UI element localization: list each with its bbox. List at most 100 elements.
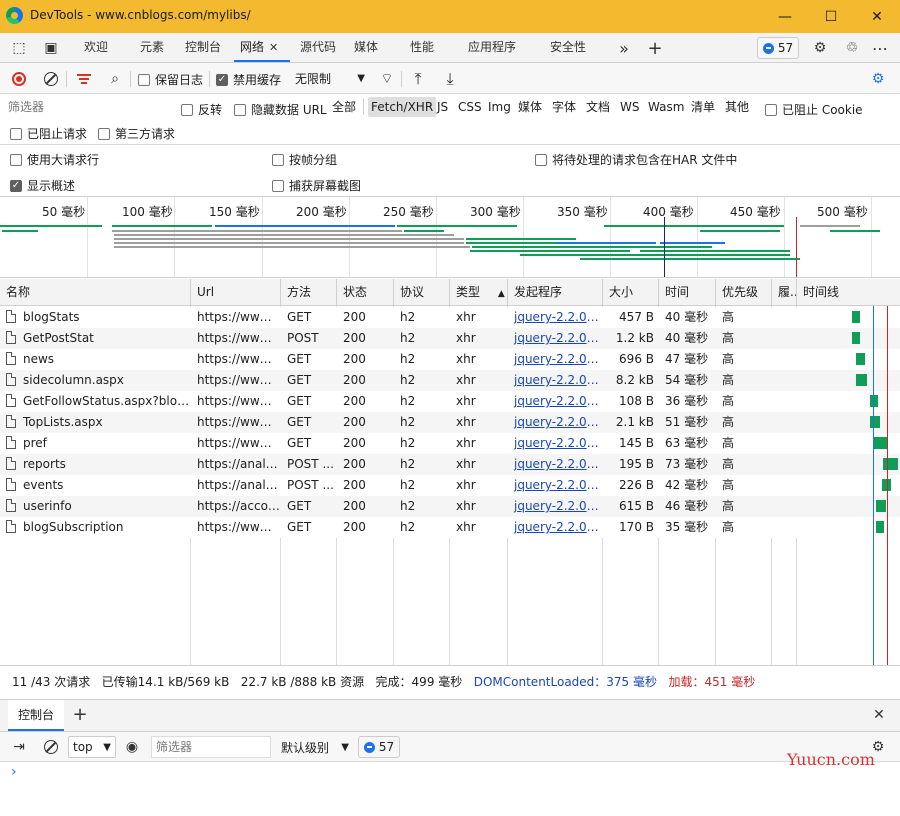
minimize-icon[interactable]: — [762, 0, 808, 33]
console-output[interactable]: › [0, 762, 900, 816]
type-filter-css[interactable]: CSS [455, 97, 485, 117]
cell-initiator[interactable]: jquery-2.2.0.m... [508, 496, 602, 517]
type-filter-all[interactable]: 全部 [329, 97, 359, 117]
type-filter-wasm[interactable]: Wasm [645, 97, 687, 117]
type-filter-manifest[interactable]: 清单 [688, 97, 718, 117]
tab-welcome[interactable]: 欢迎 [76, 33, 116, 62]
close-drawer-icon[interactable]: ✕ [869, 706, 889, 724]
cell-initiator[interactable]: jquery-2.2.0.m... [508, 517, 602, 538]
column-name[interactable]: 名称 [0, 279, 191, 306]
type-filter-js[interactable]: JS [434, 97, 451, 117]
column-initiator[interactable]: 发起程序 [508, 279, 603, 306]
table-row[interactable]: pref https://www.... GET 200 h2 xhr jquery-2.2… [0, 433, 900, 454]
tab-network[interactable]: 网络 ✕ [234, 33, 290, 62]
tab-elements[interactable]: 元素 [132, 33, 172, 62]
network-settings-icon[interactable]: ⚙ [868, 69, 888, 89]
clear-icon[interactable] [41, 69, 61, 89]
export-har-icon[interactable]: ⤓ [440, 69, 460, 89]
record-icon[interactable] [9, 69, 29, 89]
cell-initiator[interactable]: jquery-2.2.0.m... [508, 328, 602, 349]
console-issues-badge[interactable]: 57 [358, 736, 400, 758]
show-overview-box[interactable] [10, 179, 22, 192]
type-filter-img[interactable]: Img [485, 97, 514, 117]
column-priority[interactable]: 优先级 [716, 279, 772, 306]
table-row[interactable]: GetPostStat https://www.... POST 200 h2 xhr jq… [0, 328, 900, 349]
column-waterfall[interactable]: 时间线 [797, 279, 900, 306]
column-method[interactable]: 方法 [281, 279, 337, 306]
filter-icon[interactable] [74, 69, 94, 89]
column-protocol[interactable]: 协议 [394, 279, 450, 306]
cell-initiator[interactable]: jquery-2.2.0.m... [508, 433, 602, 454]
table-row[interactable]: TopLists.aspx https://www.... GET 200 h2 xhr j… [0, 412, 900, 433]
tab-application[interactable]: 应用程序 [462, 33, 522, 62]
live-expression-eye-icon[interactable]: ◉ [122, 737, 142, 757]
cell-initiator[interactable]: jquery-2.2.0.m... [508, 349, 602, 370]
add-drawer-tab-icon[interactable]: + [70, 704, 90, 725]
issues-badge[interactable]: 57 [757, 37, 799, 59]
blocked-cookies-box[interactable] [765, 103, 777, 116]
console-prompt[interactable]: › [11, 764, 17, 780]
column-status[interactable]: 状态 [337, 279, 394, 306]
blocked-requests-checkbox[interactable]: 已阻止请求 [10, 125, 87, 142]
hide-data-urls-checkbox[interactable]: 隐藏数据 URL [234, 101, 327, 118]
console-filter-input[interactable]: 筛选器 [151, 736, 271, 758]
show-overview-checkbox[interactable]: 显示概述 [10, 177, 75, 194]
tab-console[interactable]: 控制台 [180, 33, 226, 62]
har-pending-checkbox[interactable]: 将待处理的请求包含在HAR 文件中 [535, 151, 737, 168]
large-rows-checkbox[interactable]: 使用大请求行 [10, 151, 99, 168]
blocked-cookies-checkbox[interactable]: 已阻止 Cookie [765, 101, 863, 118]
har-pending-box[interactable] [535, 153, 547, 166]
group-by-frame-checkbox[interactable]: 按帧分组 [272, 151, 337, 168]
table-row[interactable]: userinfo https://accou... GET 200 h2 xhr jquer… [0, 496, 900, 517]
tab-security[interactable]: 安全性 [544, 33, 592, 62]
close-tab-icon[interactable]: ✕ [269, 41, 278, 54]
type-filter-ws[interactable]: WS [617, 97, 642, 117]
close-icon[interactable]: ✕ [854, 0, 900, 33]
table-row[interactable]: GetFollowStatus.aspx?blogU... https://www… [0, 391, 900, 412]
type-filter-doc[interactable]: 文档 [583, 97, 613, 117]
group-by-frame-box[interactable] [272, 153, 284, 166]
capture-screenshots-box[interactable] [272, 179, 284, 192]
import-har-icon[interactable]: ⤒ [408, 69, 428, 89]
filter-input[interactable]: 筛选器 [4, 97, 172, 117]
preserve-log-checkbox[interactable]: 保留日志 [138, 71, 203, 88]
column-type[interactable]: 类型 ▲ [450, 279, 508, 306]
table-row[interactable]: events https://analyt... POST ... 200 h2 xhr j… [0, 475, 900, 496]
network-conditions-icon[interactable]: ⌔ [377, 69, 397, 89]
cell-initiator[interactable]: jquery-2.2.0.m... [508, 391, 602, 412]
console-clear-icon[interactable] [41, 737, 61, 757]
table-row[interactable]: news https://www.... GET 200 h2 xhr jquery-2.2… [0, 349, 900, 370]
console-sidebar-icon[interactable]: ⇥ [9, 737, 29, 757]
context-select[interactable]: top ▼ [68, 736, 116, 758]
more-options-icon[interactable]: ⋯ [870, 39, 890, 58]
add-tab-icon[interactable]: + [645, 38, 665, 59]
search-icon[interactable]: ⌕ [105, 69, 125, 89]
capture-screenshots-checkbox[interactable]: 捕获屏幕截图 [272, 177, 361, 194]
tab-sources[interactable]: 源代码 [294, 33, 342, 62]
tab-media[interactable]: 媒体 [348, 33, 384, 62]
table-row[interactable]: blogSubscription https://www.... GET 200 h2 x… [0, 517, 900, 538]
cell-initiator[interactable]: jquery-2.2.0.m... [508, 307, 602, 328]
cell-initiator[interactable]: jquery-2.2.0.m... [508, 412, 602, 433]
cell-initiator[interactable]: jquery-2.2.0.m... [508, 370, 602, 391]
large-rows-box[interactable] [10, 153, 22, 166]
third-party-box[interactable] [98, 127, 110, 140]
third-party-checkbox[interactable]: 第三方请求 [98, 125, 175, 142]
column-fulfilled[interactable]: 履... [772, 279, 797, 306]
disable-cache-checkbox[interactable]: 禁用缓存 [216, 71, 281, 88]
column-time[interactable]: 时间 [659, 279, 716, 306]
blocked-requests-box[interactable] [10, 127, 22, 140]
type-filter-font[interactable]: 字体 [549, 97, 579, 117]
disable-cache-box[interactable] [216, 73, 228, 86]
table-row[interactable]: sidecolumn.aspx https://www.... GET 200 h2 xh… [0, 370, 900, 391]
invert-checkbox[interactable]: 反转 [181, 101, 222, 118]
column-size[interactable]: 大小 [603, 279, 659, 306]
cell-initiator[interactable]: jquery-2.2.0.m... [508, 475, 602, 496]
inspect-element-icon[interactable]: ⬚ [9, 39, 29, 57]
maximize-icon[interactable]: ☐ [808, 0, 854, 33]
hide-data-urls-box[interactable] [234, 103, 246, 116]
device-emulation-icon[interactable]: ▣ [41, 39, 61, 57]
settings-gear-icon[interactable]: ⚙ [810, 39, 830, 57]
column-url[interactable]: Url [191, 279, 281, 306]
cell-initiator[interactable]: jquery-2.2.0.m... [508, 454, 602, 475]
